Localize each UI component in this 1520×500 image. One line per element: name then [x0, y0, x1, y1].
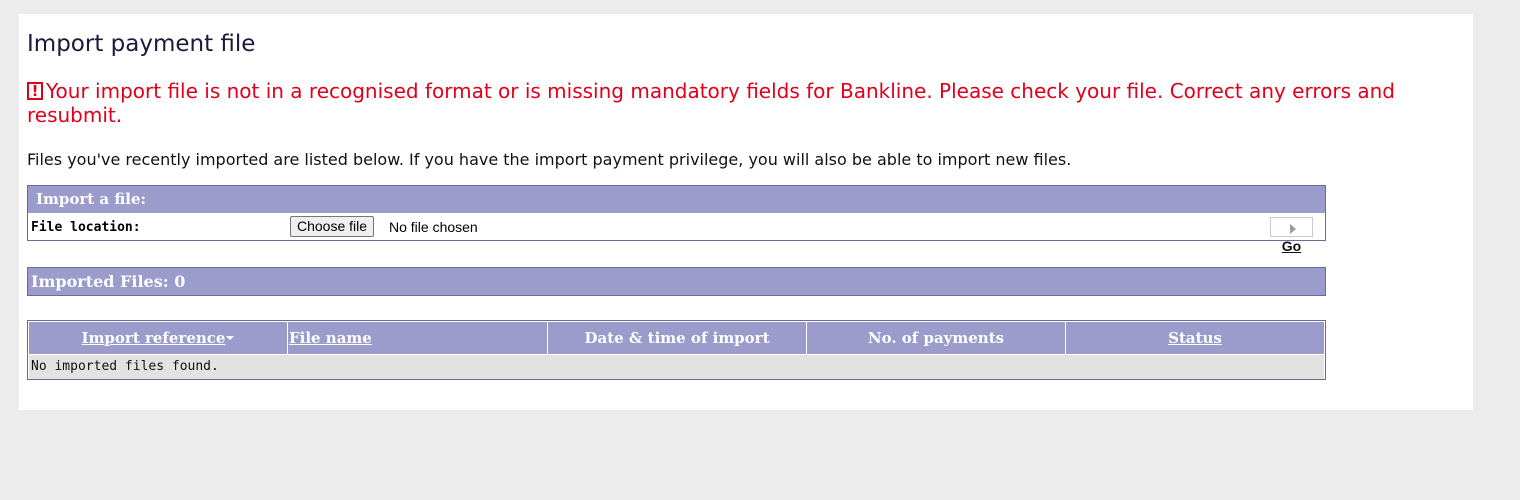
exclamation-icon: ! [27, 82, 43, 100]
go-button[interactable]: Go [1270, 217, 1313, 254]
import-section-header: Import a file: [28, 186, 1325, 213]
go-button-label: Go [1281, 238, 1302, 254]
file-location-row: File location: Choose file No file chose… [28, 213, 1325, 254]
import-file-section: Import a file: File location: Choose fil… [27, 185, 1326, 254]
column-label: Date & time of import [584, 329, 770, 347]
file-location-label: File location: [31, 220, 141, 235]
column-file-name[interactable]: File name [288, 322, 548, 354]
page-title: Import payment file [27, 31, 256, 57]
sort-down-icon [226, 336, 235, 340]
error-text: Your import file is not in a recognised … [27, 79, 1396, 127]
error-message: ! Your import file is not in a recognised… [27, 79, 1447, 127]
choose-file-button[interactable]: Choose file [290, 216, 375, 237]
column-date-time: Date & time of import [548, 322, 807, 354]
arrow-right-icon [1289, 224, 1296, 234]
column-label: Status [1168, 329, 1222, 347]
column-no-of-payments: No. of payments [807, 322, 1066, 354]
column-label: File name [289, 329, 372, 347]
intro-text: Files you've recently imported are liste… [27, 150, 1072, 169]
column-status[interactable]: Status [1066, 322, 1324, 354]
main-panel: Import payment file ! Your import file is… [19, 14, 1473, 410]
column-label: Import reference [81, 329, 226, 347]
column-import-reference[interactable]: Import reference [29, 322, 288, 354]
column-label: No. of payments [867, 329, 1005, 347]
imported-files-header: Imported Files: 0 [27, 267, 1326, 296]
imported-files-table: Import reference File name Date & time o… [27, 320, 1326, 380]
table-header-row: Import reference File name Date & time o… [29, 322, 1324, 354]
empty-table-row: No imported files found. [29, 355, 1324, 379]
no-file-chosen-text: No file chosen [389, 219, 478, 235]
